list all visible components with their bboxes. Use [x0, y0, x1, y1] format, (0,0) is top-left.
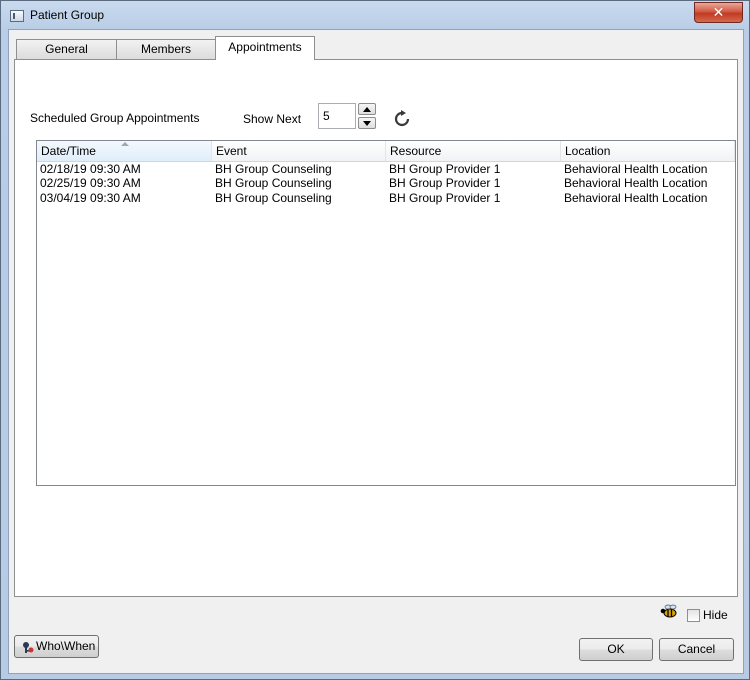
cell-datetime: 02/25/19 09:30 AM — [40, 176, 141, 190]
scheduled-appointments-heading: Scheduled Group Appointments — [30, 111, 200, 125]
title-bar[interactable]: Patient Group ✕ — [1, 1, 749, 29]
dialog-body: General Members Appointments Scheduled G… — [8, 29, 744, 674]
arrow-up-icon — [363, 107, 371, 112]
show-next-label: Show Next — [243, 112, 302, 126]
bee-icon — [660, 604, 677, 618]
cell-datetime: 03/04/19 09:30 AM — [40, 191, 141, 205]
appointments-panel: Scheduled Group Appointments Show Next 5… — [14, 59, 738, 597]
refresh-icon — [394, 110, 410, 127]
arrow-down-icon — [363, 121, 371, 126]
show-next-input[interactable]: 5 — [318, 103, 356, 129]
hide-label: Hide — [703, 608, 728, 622]
appointments-table[interactable]: Date/Time Event Resource Location 02/18/… — [36, 140, 736, 486]
patient-group-window: Patient Group ✕ General Members Appointm… — [0, 0, 750, 680]
spin-up-button[interactable] — [358, 103, 376, 115]
whowhen-label: Who\When — [36, 639, 96, 653]
cell-location: Behavioral Health Location — [564, 191, 708, 205]
cell-event: BH Group Counseling — [215, 162, 332, 176]
column-header-resource[interactable]: Resource — [386, 141, 561, 161]
tab-appointments[interactable]: Appointments — [215, 36, 315, 60]
cancel-button[interactable]: Cancel — [659, 638, 734, 661]
table-row[interactable]: 03/04/19 09:30 AM BH Group Counseling BH… — [37, 191, 735, 205]
window-title: Patient Group — [30, 8, 105, 22]
cell-resource: BH Group Provider 1 — [389, 176, 501, 190]
window-icon — [10, 10, 24, 22]
cell-resource: BH Group Provider 1 — [389, 162, 501, 176]
whowhen-button[interactable]: Who\When — [14, 635, 99, 658]
cell-location: Behavioral Health Location — [564, 162, 708, 176]
tab-general[interactable]: General — [16, 39, 117, 59]
column-header-location[interactable]: Location — [561, 141, 735, 161]
column-header-event[interactable]: Event — [212, 141, 386, 161]
close-button[interactable]: ✕ — [694, 2, 743, 23]
table-row[interactable]: 02/18/19 09:30 AM BH Group Counseling BH… — [37, 162, 735, 176]
table-header: Date/Time Event Resource Location — [37, 141, 735, 162]
cell-datetime: 02/18/19 09:30 AM — [40, 162, 141, 176]
column-header-datetime[interactable]: Date/Time — [37, 141, 212, 161]
key-person-icon — [23, 642, 34, 653]
table-row[interactable]: 02/25/19 09:30 AM BH Group Counseling BH… — [37, 176, 735, 190]
cell-resource: BH Group Provider 1 — [389, 191, 501, 205]
refresh-button[interactable] — [393, 110, 413, 130]
hide-option: Hide — [659, 604, 739, 624]
ok-button[interactable]: OK — [579, 638, 653, 661]
cell-event: BH Group Counseling — [215, 191, 332, 205]
sort-ascending-icon — [121, 142, 129, 146]
spin-down-button[interactable] — [358, 117, 376, 129]
cell-location: Behavioral Health Location — [564, 176, 708, 190]
tab-members[interactable]: Members — [116, 39, 216, 59]
hide-checkbox[interactable] — [687, 609, 700, 622]
cell-event: BH Group Counseling — [215, 176, 332, 190]
